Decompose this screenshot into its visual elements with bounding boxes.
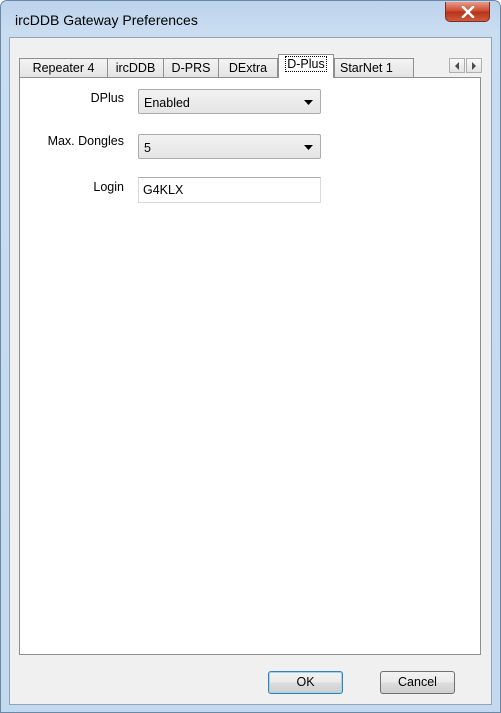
chevron-down-icon xyxy=(304,100,313,105)
tab-strip: Repeater 4 ircDDB D-PRS DExtra D-Plus St… xyxy=(19,54,489,78)
tab-label: StarNet 1 xyxy=(340,61,393,75)
tab-label: DExtra xyxy=(228,61,268,75)
login-label: Login xyxy=(93,180,124,194)
dplus-select-value: Enabled xyxy=(144,96,190,110)
max-dongles-label: Max. Dongles xyxy=(47,134,124,148)
dialog-client-area: Repeater 4 ircDDB D-PRS DExtra D-Plus St… xyxy=(9,37,492,705)
tab-scroll-left-button[interactable] xyxy=(449,58,465,73)
tab-repeater-4[interactable]: Repeater 4 xyxy=(19,58,108,77)
max-dongles-select-value: 5 xyxy=(144,141,151,155)
tab-d-prs[interactable]: D-PRS xyxy=(163,58,219,77)
window-title: ircDDB Gateway Preferences xyxy=(15,12,198,28)
dplus-label: DPlus xyxy=(90,91,124,105)
ok-button[interactable]: OK xyxy=(268,671,343,694)
close-icon xyxy=(461,6,475,18)
tab-d-plus[interactable]: D-Plus xyxy=(278,54,334,78)
dplus-select[interactable]: Enabled xyxy=(138,89,321,114)
dialog-window: ircDDB Gateway Preferences Repeater 4 ir… xyxy=(0,0,501,713)
tab-ircddb[interactable]: ircDDB xyxy=(107,58,164,77)
max-dongles-select[interactable]: 5 xyxy=(138,134,321,159)
tab-label: ircDDB xyxy=(115,61,156,75)
login-field[interactable] xyxy=(138,177,321,203)
d-plus-panel: DPlus Enabled Max. Dongles 5 Login xyxy=(19,77,481,655)
tab-label: D-Plus xyxy=(285,56,327,72)
tab-scroll-arrows xyxy=(449,58,483,73)
tab-label: Repeater 4 xyxy=(32,61,95,75)
login-input[interactable] xyxy=(143,183,313,197)
cancel-button[interactable]: Cancel xyxy=(380,671,455,694)
title-bar[interactable]: ircDDB Gateway Preferences xyxy=(1,1,500,37)
chevron-right-icon xyxy=(472,62,476,70)
tab-dextra[interactable]: DExtra xyxy=(218,58,278,77)
tab-scroll-right-button[interactable] xyxy=(466,58,482,73)
chevron-left-icon xyxy=(455,62,459,70)
tab-starnet-1[interactable]: StarNet 1 xyxy=(334,58,414,77)
chevron-down-icon xyxy=(304,145,313,150)
close-button[interactable] xyxy=(445,2,490,22)
tab-label: D-PRS xyxy=(171,61,211,75)
